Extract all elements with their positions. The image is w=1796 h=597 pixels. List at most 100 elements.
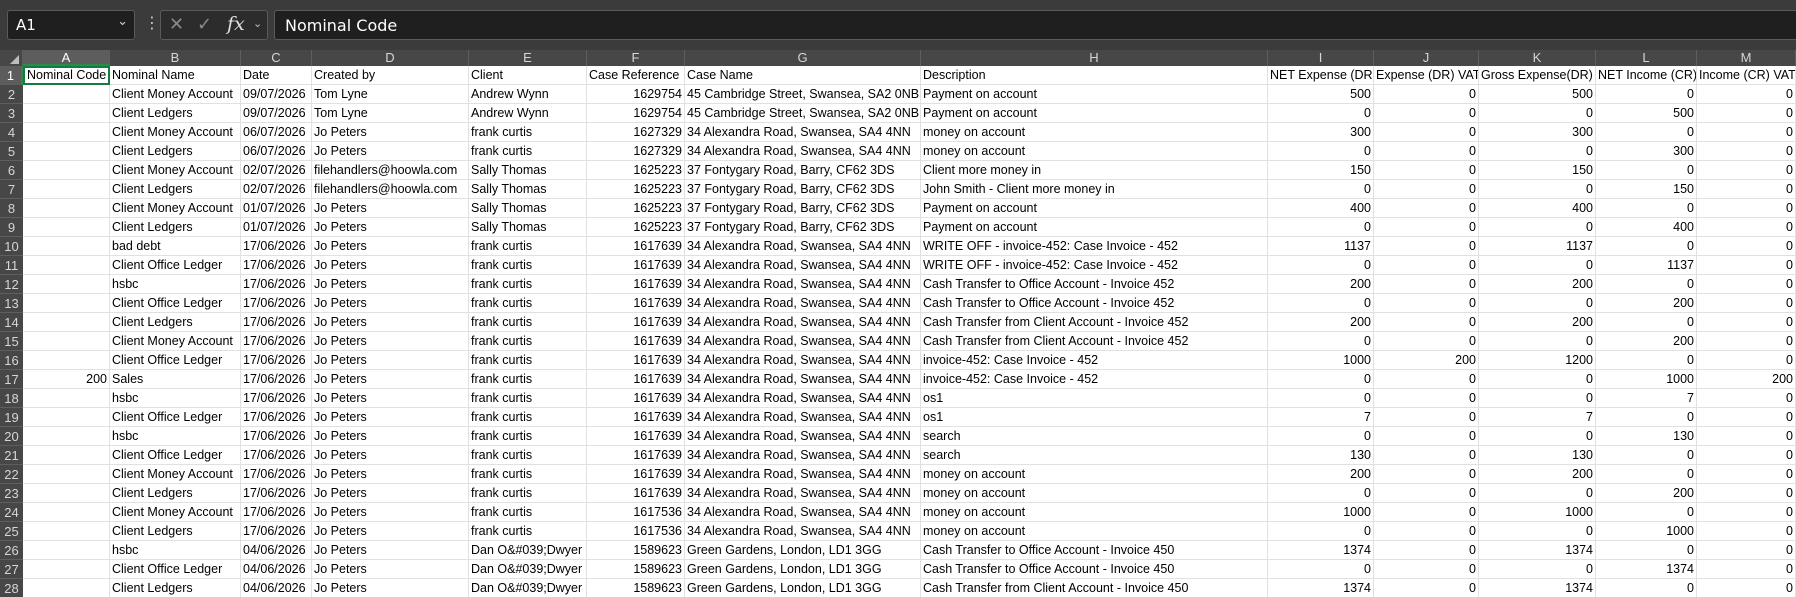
cell[interactable]: 130 [1596,427,1697,446]
chevron-down-icon[interactable]: ⌄ [117,13,128,29]
cell[interactable]: 150 [1596,180,1697,199]
row-number[interactable]: 23 [0,484,23,503]
cell[interactable] [23,180,110,199]
cell[interactable]: Client Office Ledger [110,294,241,313]
column-header-j[interactable]: J [1374,50,1479,66]
cell[interactable]: 0 [1697,313,1796,332]
cell[interactable] [23,104,110,123]
cell[interactable]: Cash Transfer from Client Account - Invo… [921,579,1268,597]
cell[interactable]: 0 [1374,541,1479,560]
cell[interactable]: 0 [1479,332,1596,351]
cell[interactable]: 0 [1479,142,1596,161]
cell[interactable]: 0 [1697,560,1796,579]
cell[interactable]: 200 [1479,275,1596,294]
cell[interactable]: Client Office Ledger [110,408,241,427]
cell[interactable]: 17/06/2026 [241,351,312,370]
cell[interactable]: 0 [1268,218,1374,237]
cell[interactable]: 200 [1268,313,1374,332]
cell[interactable]: Green Gardens, London, LD1 3GG [685,579,921,597]
cell[interactable]: 0 [1596,313,1697,332]
cell[interactable]: 0 [1596,351,1697,370]
cell[interactable]: 0 [1268,142,1374,161]
cell[interactable]: 1625223 [587,218,685,237]
cell[interactable]: 0 [1596,161,1697,180]
cell[interactable]: 04/06/2026 [241,579,312,597]
cell[interactable]: Jo Peters [312,560,469,579]
cell[interactable]: 400 [1268,199,1374,218]
cell[interactable]: frank curtis [469,142,587,161]
cell[interactable]: 1000 [1596,522,1697,541]
cell[interactable]: 200 [23,370,110,389]
cell[interactable]: 37 Fontygary Road, Barry, CF62 3DS [685,199,921,218]
cell[interactable]: Jo Peters [312,294,469,313]
cell[interactable]: 34 Alexandra Road, Swansea, SA4 4NN [685,446,921,465]
row-number[interactable]: 21 [0,446,23,465]
cell[interactable]: 1625223 [587,161,685,180]
cell[interactable] [23,560,110,579]
header-cell[interactable]: Client [469,66,587,85]
cell[interactable]: 1589623 [587,579,685,597]
cell[interactable]: Tom Lyne [312,104,469,123]
cell[interactable]: 0 [1697,218,1796,237]
cell[interactable]: 1137 [1479,237,1596,256]
cell[interactable]: 0 [1268,180,1374,199]
cell[interactable]: 0 [1268,389,1374,408]
cell[interactable]: 1617639 [587,427,685,446]
cell[interactable]: 0 [1268,370,1374,389]
cell[interactable]: 0 [1697,180,1796,199]
cell[interactable]: 0 [1596,579,1697,597]
cell[interactable]: os1 [921,389,1268,408]
cell[interactable]: 0 [1697,332,1796,351]
cell[interactable]: 0 [1596,123,1697,142]
cell[interactable]: Jo Peters [312,123,469,142]
cell[interactable] [23,256,110,275]
cell[interactable]: 0 [1697,389,1796,408]
cell[interactable] [23,199,110,218]
cell[interactable]: 0 [1374,522,1479,541]
cell[interactable]: 34 Alexandra Road, Swansea, SA4 4NN [685,484,921,503]
cell[interactable]: 34 Alexandra Road, Swansea, SA4 4NN [685,522,921,541]
cell[interactable]: Client Money Account [110,332,241,351]
cell[interactable]: 34 Alexandra Road, Swansea, SA4 4NN [685,142,921,161]
cell[interactable]: 0 [1697,465,1796,484]
cell[interactable] [23,579,110,597]
row-number[interactable]: 5 [0,142,23,161]
cell[interactable]: John Smith - Client more money in [921,180,1268,199]
cell[interactable]: Client Money Account [110,503,241,522]
cell[interactable]: Jo Peters [312,522,469,541]
cell[interactable]: Client Ledgers [110,104,241,123]
cell[interactable]: frank curtis [469,123,587,142]
cell[interactable]: 0 [1374,275,1479,294]
cell[interactable]: 0 [1374,427,1479,446]
cell[interactable] [23,275,110,294]
select-all-button[interactable] [0,50,23,66]
cell[interactable]: 1000 [1596,370,1697,389]
row-number[interactable]: 1 [0,66,23,85]
cell[interactable]: 400 [1596,218,1697,237]
cell[interactable]: 0 [1697,408,1796,427]
cell[interactable]: frank curtis [469,427,587,446]
formula-input[interactable]: Nominal Code [274,10,1796,40]
cell[interactable]: 17/06/2026 [241,237,312,256]
cell[interactable]: 1374 [1268,579,1374,597]
cell[interactable]: hsbc [110,275,241,294]
cell[interactable]: 04/06/2026 [241,541,312,560]
cell[interactable]: 7 [1268,408,1374,427]
cell[interactable]: invoice-452: Case Invoice - 452 [921,370,1268,389]
cell[interactable]: 34 Alexandra Road, Swansea, SA4 4NN [685,332,921,351]
cell[interactable]: 1617536 [587,522,685,541]
row-number[interactable]: 2 [0,85,23,104]
cell[interactable]: 200 [1697,370,1796,389]
row-number[interactable]: 11 [0,256,23,275]
cell[interactable]: 1617639 [587,370,685,389]
cell[interactable]: 0 [1374,313,1479,332]
header-cell[interactable]: NET Income (CR) [1596,66,1697,85]
cell[interactable]: 02/07/2026 [241,161,312,180]
cell[interactable]: 1137 [1268,237,1374,256]
column-header-i[interactable]: I [1268,50,1374,66]
cell[interactable]: 0 [1697,199,1796,218]
cell[interactable] [23,294,110,313]
row-number[interactable]: 20 [0,427,23,446]
column-header-l[interactable]: L [1596,50,1697,66]
header-cell[interactable]: Expense (DR) VAT [1374,66,1479,85]
